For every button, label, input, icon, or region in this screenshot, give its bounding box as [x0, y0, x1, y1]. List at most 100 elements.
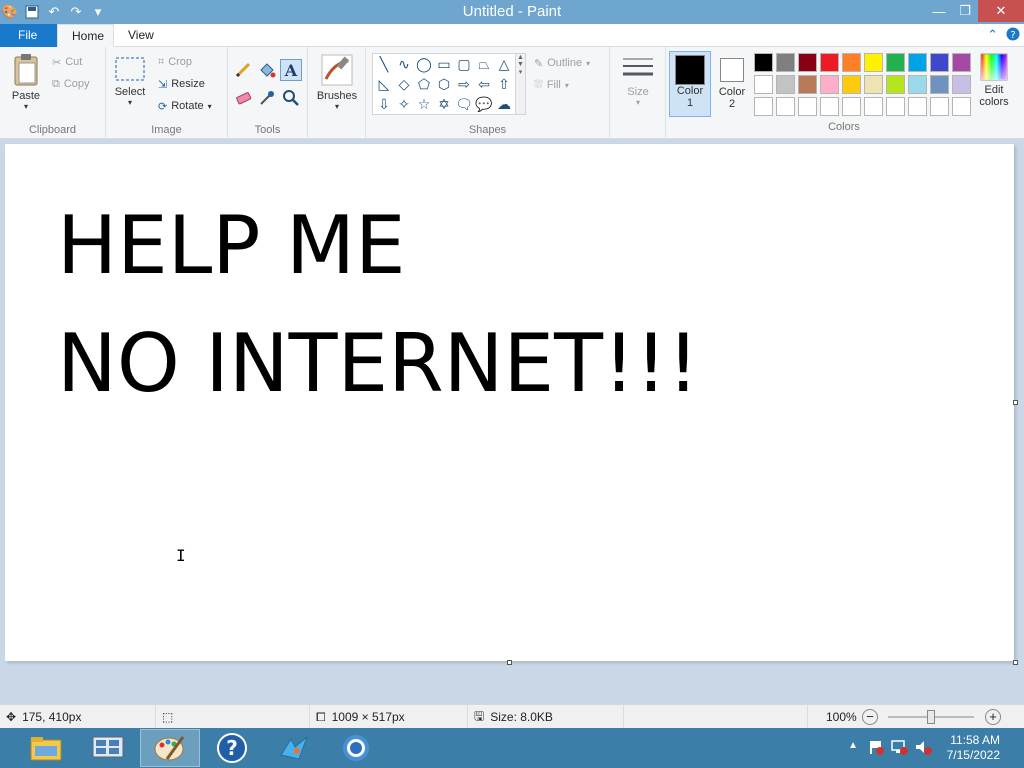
- close-button[interactable]: ✕: [978, 0, 1024, 22]
- rotate-button[interactable]: ⟳ Rotate ▾: [158, 97, 212, 115]
- rounded-rectangle-shape-icon[interactable]: ▢: [455, 55, 473, 73]
- palette-swatch[interactable]: [820, 75, 839, 94]
- polygon-shape-icon[interactable]: ⏢: [475, 55, 493, 73]
- pencil-icon[interactable]: [234, 61, 252, 82]
- tab-view[interactable]: View: [114, 24, 168, 47]
- bird-app-icon[interactable]: [264, 729, 324, 767]
- text-tool-icon[interactable]: A: [280, 59, 302, 81]
- crop-button[interactable]: ⌗ Crop: [158, 53, 192, 71]
- color1-button[interactable]: Color 1: [669, 51, 711, 117]
- cloud-callout-shape-icon[interactable]: ☁: [495, 95, 513, 113]
- brushes-button[interactable]: Brushes ▾: [314, 53, 360, 111]
- fill-bucket-icon[interactable]: [258, 61, 276, 82]
- show-hidden-icons-icon[interactable]: ▲: [848, 740, 858, 751]
- zoom-in-button[interactable]: +: [985, 709, 1001, 725]
- edit-colors-button[interactable]: Edit colors: [975, 53, 1013, 108]
- palette-swatch[interactable]: [776, 75, 795, 94]
- paint-taskbar-icon[interactable]: [140, 729, 200, 767]
- palette-swatch[interactable]: [776, 97, 795, 116]
- minimize-button[interactable]: —: [926, 0, 952, 22]
- five-point-star-shape-icon[interactable]: ☆: [415, 95, 433, 113]
- palette-swatch[interactable]: [776, 53, 795, 72]
- line-shape-icon[interactable]: ╲: [375, 55, 393, 73]
- palette-swatch[interactable]: [754, 53, 773, 72]
- chrome-icon[interactable]: [326, 729, 386, 767]
- zoom-out-button[interactable]: −: [862, 709, 878, 725]
- restore-button[interactable]: ❐: [952, 0, 978, 22]
- palette-swatch[interactable]: [820, 97, 839, 116]
- color2-button[interactable]: Color 2: [713, 51, 751, 117]
- palette-swatch[interactable]: [842, 97, 861, 116]
- rect-callout-shape-icon[interactable]: 🗨: [455, 95, 473, 113]
- palette-swatch[interactable]: [798, 53, 817, 72]
- palette-swatch[interactable]: [820, 53, 839, 72]
- paste-dropdown-icon[interactable]: ▾: [6, 102, 46, 111]
- palette-swatch[interactable]: [864, 97, 883, 116]
- color-picker-icon[interactable]: [258, 89, 276, 110]
- rectangle-shape-icon[interactable]: ▭: [435, 55, 453, 73]
- zoom-slider-thumb[interactable]: [927, 710, 935, 724]
- palette-swatch[interactable]: [886, 75, 905, 94]
- help-support-icon[interactable]: ?: [202, 729, 262, 767]
- palette-swatch[interactable]: [886, 53, 905, 72]
- tab-home[interactable]: Home: [57, 24, 114, 47]
- palette-swatch[interactable]: [930, 97, 949, 116]
- file-explorer-icon[interactable]: [16, 729, 76, 767]
- drawing-canvas[interactable]: HELP ME NO INTERNET!!!: [5, 144, 1014, 661]
- palette-swatch[interactable]: [952, 97, 971, 116]
- canvas-resize-handle-right[interactable]: [1013, 400, 1018, 405]
- palette-swatch[interactable]: [864, 53, 883, 72]
- palette-swatch[interactable]: [842, 75, 861, 94]
- palette-swatch[interactable]: [908, 53, 927, 72]
- triangle-shape-icon[interactable]: △: [495, 55, 513, 73]
- copy-button[interactable]: ⧉ Copy: [52, 75, 90, 93]
- curve-shape-icon[interactable]: ∿: [395, 55, 413, 73]
- shapes-scrollbar[interactable]: ▲ ▼ ▾: [516, 53, 526, 115]
- select-button[interactable]: Select ▾: [112, 55, 148, 107]
- network-icon[interactable]: [890, 739, 908, 758]
- right-triangle-shape-icon[interactable]: ◺: [375, 75, 393, 93]
- action-center-flag-icon[interactable]: [868, 739, 884, 758]
- right-arrow-shape-icon[interactable]: ⇨: [455, 75, 473, 93]
- palette-swatch[interactable]: [754, 97, 773, 116]
- pentagon-shape-icon[interactable]: ⬠: [415, 75, 433, 93]
- palette-swatch[interactable]: [908, 75, 927, 94]
- canvas-resize-handle-corner[interactable]: [1013, 660, 1018, 665]
- palette-swatch[interactable]: [864, 75, 883, 94]
- palette-swatch[interactable]: [798, 75, 817, 94]
- palette-swatch[interactable]: [908, 97, 927, 116]
- select-dropdown-icon[interactable]: ▾: [112, 98, 148, 107]
- palette-swatch[interactable]: [754, 75, 773, 94]
- help-icon[interactable]: ?: [1006, 27, 1020, 44]
- palette-swatch[interactable]: [886, 97, 905, 116]
- outline-button[interactable]: ✎ Outline ▾: [534, 54, 590, 72]
- size-button[interactable]: Size ▾: [618, 55, 658, 107]
- diamond-shape-icon[interactable]: ◇: [395, 75, 413, 93]
- six-point-star-shape-icon[interactable]: ✡: [435, 95, 453, 113]
- palette-swatch[interactable]: [842, 53, 861, 72]
- oval-shape-icon[interactable]: ◯: [415, 55, 433, 73]
- clock[interactable]: 11:58 AM 7/15/2022: [947, 733, 1000, 763]
- magnifier-icon[interactable]: [282, 89, 300, 110]
- canvas-resize-handle-bottom[interactable]: [507, 660, 512, 665]
- resize-button[interactable]: ⇲ Resize: [158, 75, 205, 93]
- fill-button[interactable]: ⛆ Fill ▾: [534, 76, 569, 94]
- four-point-star-shape-icon[interactable]: ✧: [395, 95, 413, 113]
- eraser-icon[interactable]: [234, 89, 252, 110]
- hexagon-shape-icon[interactable]: ⬡: [435, 75, 453, 93]
- palette-swatch[interactable]: [952, 75, 971, 94]
- cut-button[interactable]: ✂ Cut: [52, 53, 82, 71]
- volume-muted-icon[interactable]: [914, 739, 932, 758]
- palette-swatch[interactable]: [930, 53, 949, 72]
- minimize-ribbon-icon[interactable]: ⌃: [987, 27, 998, 44]
- palette-swatch[interactable]: [952, 53, 971, 72]
- server-manager-icon[interactable]: [78, 729, 138, 767]
- oval-callout-shape-icon[interactable]: 💬: [475, 95, 493, 113]
- paste-button[interactable]: Paste ▾: [6, 53, 46, 111]
- down-arrow-shape-icon[interactable]: ⇩: [375, 95, 393, 113]
- palette-swatch[interactable]: [798, 97, 817, 116]
- left-arrow-shape-icon[interactable]: ⇦: [475, 75, 493, 93]
- palette-swatch[interactable]: [930, 75, 949, 94]
- tab-file[interactable]: File: [0, 24, 57, 47]
- up-arrow-shape-icon[interactable]: ⇧: [495, 75, 513, 93]
